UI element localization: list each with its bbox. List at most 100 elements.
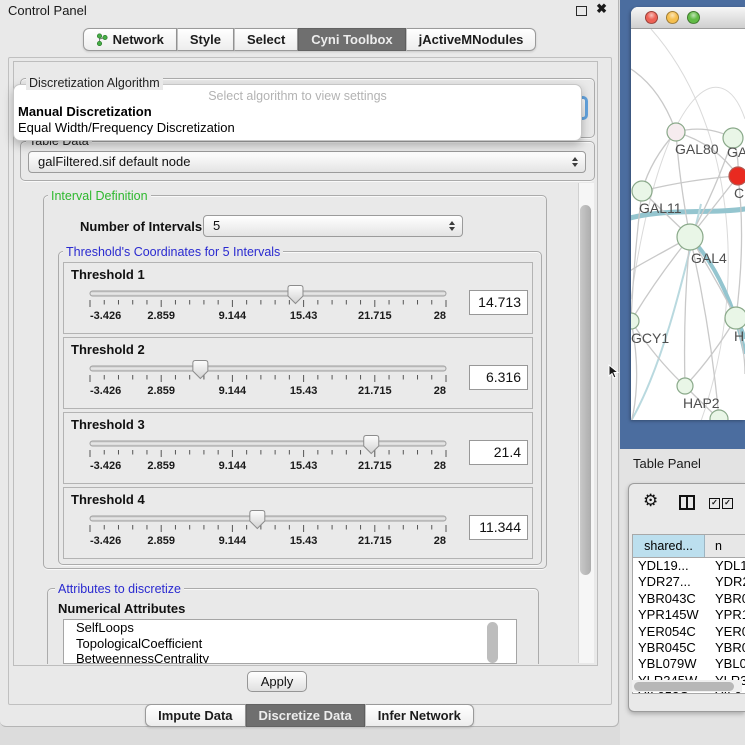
table-row[interactable]: YBL079WYBL0 xyxy=(633,656,745,672)
network-node-label: GCY1 xyxy=(631,330,669,346)
svg-text:2.859: 2.859 xyxy=(147,310,175,322)
network-node-label: GAL4 xyxy=(691,250,727,266)
attributes-clip: Attributes to discretize Numerical Attri… xyxy=(14,570,596,664)
close-icon[interactable]: ✖ xyxy=(596,1,607,17)
list-scrollbar-thumb[interactable] xyxy=(487,622,498,663)
svg-text:28: 28 xyxy=(434,460,446,472)
mac-close-icon[interactable] xyxy=(645,11,658,24)
control-panel-window: Control Panel ✖ NetworkStyleSelectCyni T… xyxy=(0,0,619,727)
gear-icon[interactable]: ⚙ xyxy=(643,491,658,511)
table-row[interactable]: YPR145WYPR1 xyxy=(633,607,745,623)
checkbox-icon[interactable]: ✓ xyxy=(722,498,733,509)
split-columns-icon[interactable] xyxy=(679,495,695,510)
attribute-item[interactable]: TopologicalCoefficient xyxy=(64,636,516,652)
network-edge xyxy=(631,69,676,132)
slider-thumb[interactable] xyxy=(250,511,265,529)
network-window: GAL80GACGAL11GAL4GCY1HHAP2 xyxy=(631,7,745,420)
threshold-value-field[interactable]: 14.713 xyxy=(469,290,528,315)
network-graph: GAL80GACGAL11GAL4GCY1HHAP2 xyxy=(631,29,745,420)
tab-jactivemnodules[interactable]: jActiveMNodules xyxy=(406,28,537,51)
table-body: YDL19...YDL1YDR27...YDR2YBR043CYBR0YPR14… xyxy=(633,558,745,694)
float-window-icon[interactable] xyxy=(576,6,587,16)
numerical-attributes-label: Numerical Attributes xyxy=(58,601,185,616)
network-node[interactable] xyxy=(667,123,685,141)
attribute-item[interactable]: SelfLoops xyxy=(64,620,516,636)
table-hscrollbar-track[interactable] xyxy=(632,680,742,692)
tab-style[interactable]: Style xyxy=(177,28,234,51)
network-node-label: GA xyxy=(727,144,745,160)
thresholds-group-title: Threshold's Coordinates for 5 Intervals xyxy=(63,245,283,259)
threshold-label: Threshold 4 xyxy=(71,492,145,507)
threshold-slider[interactable]: -3.4262.8599.14415.4321.71528 xyxy=(72,435,472,481)
control-panel-tabs: NetworkStyle Select Cyni Toolbox jActiveMNo… xyxy=(0,28,619,51)
network-node[interactable] xyxy=(677,378,693,394)
column-header-shared[interactable]: shared... xyxy=(633,535,705,557)
network-view[interactable]: GAL80GACGAL11GAL4GCY1HHAP2 xyxy=(631,29,745,420)
threshold-value-field[interactable]: 11.344 xyxy=(469,515,528,540)
cell-name: YPR1 xyxy=(710,607,745,623)
slider-thumb[interactable] xyxy=(193,361,208,379)
mouse-cursor xyxy=(608,364,620,380)
table-row[interactable]: YDL19...YDL1 xyxy=(633,558,745,574)
network-node[interactable] xyxy=(710,410,728,420)
tab-label: Impute Data xyxy=(158,708,232,723)
algorithm-group-title: Discretization Algorithm xyxy=(26,76,163,90)
threshold-item: Threshold 3-3.4262.8599.14415.4321.71528… xyxy=(63,412,533,484)
table-row[interactable]: YBR043CYBR0 xyxy=(633,591,745,607)
table-panel-toolbar: ⚙ ✓ ✓ xyxy=(629,484,745,524)
tab-label: jActiveMNodules xyxy=(419,32,524,47)
tab-label: Infer Network xyxy=(378,708,461,723)
attributes-group-title: Attributes to discretize xyxy=(55,582,184,596)
svg-text:2.859: 2.859 xyxy=(147,385,175,397)
threshold-slider[interactable]: -3.4262.8599.14415.4321.71528 xyxy=(72,510,472,556)
svg-text:-3.426: -3.426 xyxy=(90,310,121,322)
table-data-combobox[interactable]: galFiltered.sif default node xyxy=(28,151,586,173)
network-node-label: GAL11 xyxy=(639,200,682,216)
threshold-value-field[interactable]: 6.316 xyxy=(469,365,528,390)
numerical-attributes-list[interactable]: SelfLoopsTopologicalCoefficientBetweenne… xyxy=(63,619,517,664)
attribute-item[interactable]: BetweennessCentrality xyxy=(64,651,516,664)
table-row[interactable]: YER054CYER0 xyxy=(633,624,745,640)
threshold-slider[interactable]: -3.4262.8599.14415.4321.71528 xyxy=(72,285,472,331)
network-node[interactable] xyxy=(725,307,745,329)
cell-shared-name: YPR145W xyxy=(633,607,710,623)
tab-cyni-toolbox[interactable]: Cyni Toolbox xyxy=(298,28,405,51)
number-of-intervals-combobox[interactable]: 5 xyxy=(203,215,463,237)
tab-infer-network[interactable]: Infer Network xyxy=(365,704,474,727)
slider-thumb[interactable] xyxy=(364,436,379,454)
tab-discretize-data[interactable]: Discretize Data xyxy=(246,704,365,727)
tab-label: Select xyxy=(247,32,285,47)
table-hscrollbar-thumb[interactable] xyxy=(634,682,734,691)
settings-scrollbar-thumb[interactable] xyxy=(580,205,591,575)
column-header-name[interactable]: n xyxy=(705,535,745,557)
network-node[interactable] xyxy=(677,224,703,250)
network-window-frame: GAL80GACGAL11GAL4GCY1HHAP2 xyxy=(620,0,745,449)
popup-item-manual[interactable]: Manual Discretization xyxy=(18,104,152,119)
svg-text:28: 28 xyxy=(434,385,446,397)
tab-impute-data[interactable]: Impute Data xyxy=(145,704,245,727)
table-row[interactable]: YDR27...YDR2 xyxy=(633,574,745,590)
threshold-slider[interactable]: -3.4262.8599.14415.4321.71528 xyxy=(72,360,472,406)
apply-button[interactable]: Apply xyxy=(247,671,307,692)
svg-text:9.144: 9.144 xyxy=(219,385,247,397)
mac-zoom-icon[interactable] xyxy=(687,11,700,24)
threshold-item: Threshold 2-3.4262.8599.14415.4321.71528… xyxy=(63,337,533,409)
network-node[interactable] xyxy=(632,181,652,201)
cell-shared-name: YDL19... xyxy=(633,558,710,574)
network-window-titlebar xyxy=(631,7,745,29)
popup-item-equal-width[interactable]: Equal Width/Frequency Discretization xyxy=(18,120,235,135)
checkbox-icon[interactable]: ✓ xyxy=(709,498,720,509)
network-icon xyxy=(96,33,108,46)
network-node[interactable] xyxy=(631,313,639,329)
mac-minimize-icon[interactable] xyxy=(666,11,679,24)
table-row[interactable]: YBR045CYBR0 xyxy=(633,640,745,656)
tab-network[interactable]: Network xyxy=(83,28,177,51)
slider-thumb[interactable] xyxy=(288,286,303,304)
threshold-value-field[interactable]: 21.4 xyxy=(469,440,528,465)
network-node[interactable] xyxy=(729,167,745,185)
svg-text:-3.426: -3.426 xyxy=(90,385,121,397)
tab-select[interactable]: Select xyxy=(234,28,298,51)
svg-text:9.144: 9.144 xyxy=(219,460,247,472)
screen: Control Panel ✖ NetworkStyleSelectCyni T… xyxy=(0,0,745,745)
network-node-label: GAL80 xyxy=(675,141,719,157)
